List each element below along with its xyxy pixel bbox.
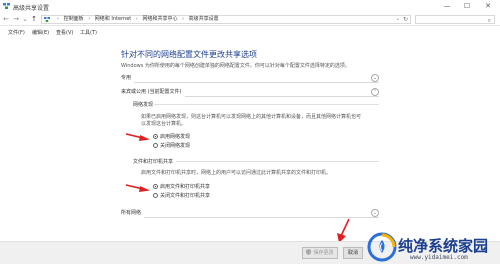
- radio-selected-icon[interactable]: [153, 184, 158, 189]
- save-changes-button[interactable]: 保存更改: [302, 247, 338, 259]
- radio-disable-file-printer-sharing[interactable]: 关闭文件和打印机共享: [153, 193, 210, 200]
- file-printer-sharing-text: 启用文件和打印机共享时，网络上的用户可以访问通过此计算机共享的文件和打印机。: [141, 170, 332, 176]
- breadcrumb-separator: ›: [182, 16, 185, 22]
- network-discovery-text-line2: 以发现这台计算机。: [141, 121, 187, 127]
- section-divider: [121, 82, 379, 83]
- cancel-label: 取消: [347, 250, 358, 256]
- close-button[interactable]: ✕: [482, 2, 494, 11]
- address-dropdown-icon[interactable]: ⌄: [396, 16, 400, 23]
- control-panel-icon: [44, 17, 50, 22]
- breadcrumb-network-sharing-center[interactable]: 网络和共享中心: [142, 16, 177, 22]
- forward-button[interactable]: →: [12, 15, 20, 24]
- search-icon[interactable]: ⌕: [488, 17, 491, 25]
- file-printer-sharing-title: 文件和打印机共享: [133, 159, 174, 165]
- page-description: Windows 为你所使用的每个网络创建单独的网络配置文件。你可以针对每个配置文…: [121, 63, 350, 69]
- network-discovery-title: 网络发现: [133, 102, 154, 108]
- watermark: 纯净系统家园 www.yidaimei.com: [366, 230, 498, 264]
- breadcrumb-separator: ›: [135, 16, 138, 22]
- watermark-url: www.yidaimei.com: [410, 254, 468, 261]
- search-input[interactable]: ⌕: [415, 15, 495, 24]
- up-button[interactable]: ↑: [30, 15, 38, 24]
- radio-label: 启用网络发现: [160, 134, 191, 140]
- chevron-down-icon[interactable]: ⌄: [371, 209, 379, 217]
- window-title: 高级共享设置: [13, 5, 50, 12]
- recent-locations-button[interactable]: ⌄: [21, 15, 29, 24]
- page-title: 针对不同的网络配置文件更改共享选项: [121, 50, 257, 59]
- section-private-label: 专用: [121, 74, 135, 83]
- radio-label: 关闭网络发现: [160, 143, 191, 149]
- menu-file[interactable]: 文件(F): [8, 28, 25, 38]
- annotation-arrow-icon: [125, 184, 150, 192]
- radio-selected-icon[interactable]: [153, 134, 158, 139]
- breadcrumb-advanced-sharing[interactable]: 高级共享设置: [189, 16, 219, 22]
- section-guest-public-label: 来宾或公用 (当前配置文件): [121, 88, 185, 97]
- section-all-networks[interactable]: 所有网络 ⌄: [121, 209, 379, 218]
- breadcrumb-network-internet[interactable]: 网络和 Internet: [95, 16, 131, 22]
- subsection-divider: [154, 104, 379, 105]
- refresh-icon[interactable]: ↻: [403, 16, 408, 23]
- section-all-networks-label: 所有网络: [121, 209, 145, 218]
- menu-bar: 文件(F) 编辑(E) 查看(V) 工具(T): [0, 28, 500, 38]
- menu-tools[interactable]: 工具(T): [80, 28, 97, 38]
- address-toolbar: ← → ⌄ ↑ › 控制面板 › 网络和 Internet › 网络和共享中心 …: [0, 13, 500, 26]
- section-guest-public[interactable]: 来宾或公用 (当前配置文件) ⌃: [121, 88, 379, 97]
- breadcrumb-separator: ›: [88, 16, 91, 22]
- network-discovery-text: 如果已启用网络发现，则这台计算机可以发现网络上的其他计算机和设备，而且其他网络计…: [141, 114, 366, 128]
- annotation-arrow-icon: [125, 133, 150, 141]
- radio-enable-file-printer-sharing[interactable]: 启用文件和打印机共享: [153, 184, 210, 191]
- radio-enable-network-discovery[interactable]: 启用网络发现: [153, 134, 190, 141]
- radio-disable-network-discovery[interactable]: 关闭网络发现: [153, 143, 190, 150]
- shield-icon: [306, 249, 312, 255]
- chevron-down-icon[interactable]: ⌄: [371, 74, 379, 82]
- radio-unselected-icon[interactable]: [153, 193, 158, 198]
- chevron-up-icon[interactable]: ⌃: [371, 88, 379, 96]
- menu-edit[interactable]: 编辑(E): [32, 28, 49, 38]
- title-bar: 高级共享设置 — ☐ ✕: [0, 0, 500, 13]
- save-changes-label: 保存更改: [313, 250, 334, 256]
- network-discovery-text-line1: 如果已启用网络发现，则这台计算机可以发现网络上的其他计算机和设备，而且其他网络计…: [141, 114, 362, 120]
- radio-unselected-icon[interactable]: [153, 143, 158, 148]
- radio-label: 启用文件和打印机共享: [160, 184, 211, 190]
- subsection-divider: [176, 161, 379, 162]
- back-button[interactable]: ←: [2, 15, 10, 24]
- breadcrumb-control-panel[interactable]: 控制面板: [64, 16, 84, 22]
- menu-view[interactable]: 查看(V): [56, 28, 73, 38]
- radio-label: 关闭文件和打印机共享: [160, 193, 211, 199]
- watermark-brand: 纯净系统家园: [398, 237, 489, 255]
- watermark-logo-icon: [367, 232, 397, 262]
- cancel-button[interactable]: 取消: [343, 247, 363, 259]
- minimize-button[interactable]: —: [441, 2, 453, 11]
- maximize-button[interactable]: ☐: [461, 2, 473, 11]
- breadcrumb: › 控制面板 › 网络和 Internet › 网络和共享中心 › 高级共享设置: [54, 16, 219, 23]
- address-box[interactable]: › 控制面板 › 网络和 Internet › 网络和共享中心 › 高级共享设置…: [41, 15, 411, 24]
- breadcrumb-separator: ›: [57, 16, 59, 22]
- section-private[interactable]: 专用 ⌄: [121, 74, 379, 83]
- network-icon: [3, 3, 10, 9]
